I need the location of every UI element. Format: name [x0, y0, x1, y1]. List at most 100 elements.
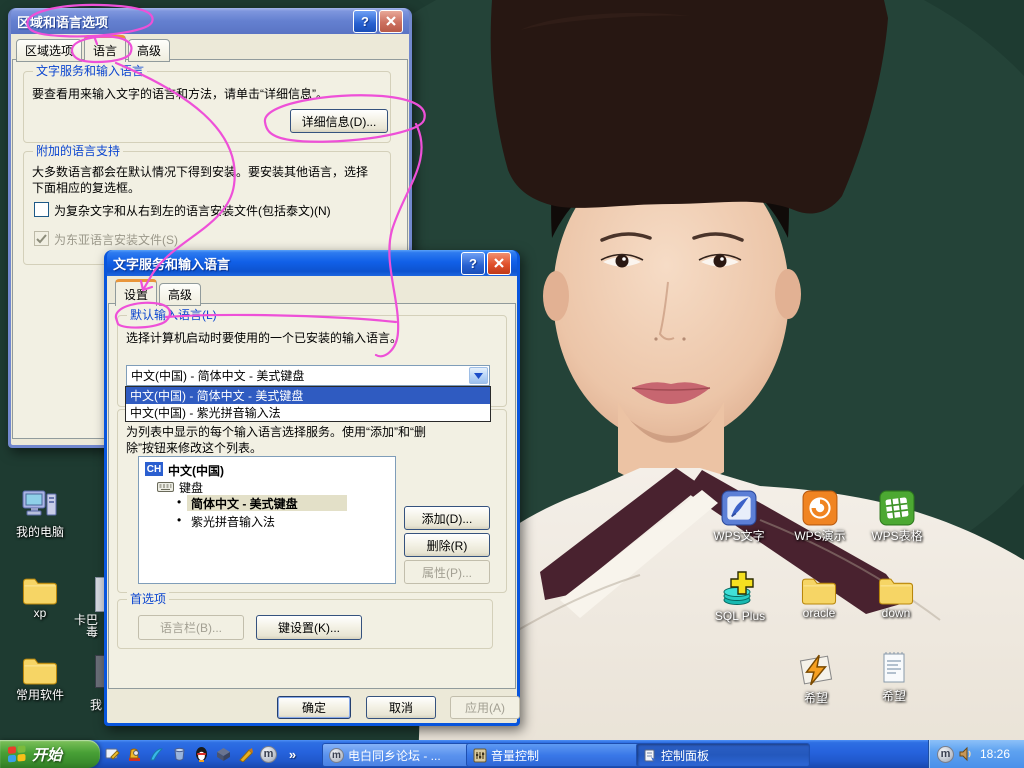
add-button[interactable]: 添加(D)...	[404, 506, 490, 530]
ok-button[interactable]: 确定	[277, 696, 351, 719]
default-language-combobox[interactable]: 中文(中国) - 简体中文 - 美式键盘	[126, 365, 490, 386]
checkbox-east-asian	[34, 231, 49, 246]
taskbar-button-forum[interactable]: m 电白同乡论坛 - ...	[322, 743, 472, 767]
key-settings-button[interactable]: 键设置(K)...	[256, 615, 362, 640]
group-title: 文字服务和输入语言	[33, 64, 147, 78]
desktop-icon-xp-folder[interactable]: xp	[2, 574, 78, 620]
language-bar-button: 语言栏(B)...	[138, 615, 244, 640]
icon-label: oracle	[803, 606, 836, 620]
folder-icon	[800, 574, 838, 605]
bullet: •	[177, 513, 181, 527]
desktop-icon-oracle-folder[interactable]: oracle	[781, 574, 857, 620]
help-button[interactable]: ?	[353, 10, 377, 33]
bullet: •	[177, 495, 181, 509]
group-supplemental-language: 附加的语言支持 大多数语言都会在默认情况下得到安装。要安装其他语言，选择 下面相…	[23, 151, 391, 265]
remove-button[interactable]: 删除(R)	[404, 533, 490, 557]
start-label: 开始	[32, 744, 62, 765]
control-panel-icon	[643, 748, 657, 763]
system-tray: m 18:26	[928, 740, 1024, 768]
group-title: 默认输入语言(L)	[127, 308, 220, 322]
tab-languages[interactable]: 语言	[84, 35, 126, 62]
tray-maxthon-icon[interactable]: m	[937, 746, 954, 763]
tray-clock[interactable]: 18:26	[980, 747, 1010, 761]
dropdown-option[interactable]: 中文(中国) - 紫光拼音输入法	[126, 404, 490, 421]
dialog1-titlebar[interactable]: 区域和语言选项 ?	[11, 8, 409, 34]
chevron-down-icon[interactable]	[469, 367, 488, 384]
desktop-icon-down-folder[interactable]: down	[858, 574, 934, 620]
desktop-icon-winamp[interactable]: 希望	[778, 652, 854, 706]
icon-label: 我的电脑	[16, 523, 64, 540]
icon-label: WPS表格	[871, 527, 922, 544]
task-label: 音量控制	[491, 747, 539, 764]
desktop-icon-wps-writer[interactable]: WPS文字	[701, 490, 777, 544]
quicklaunch-qq-icon[interactable]	[193, 745, 210, 763]
icon-label-partial: 我	[90, 696, 102, 713]
taskbar: 开始 m » m 电白同乡论坛	[0, 740, 1024, 768]
wps-presentation-icon	[802, 490, 838, 526]
text-services-desc: 要查看用来输入文字的语言和方法，请单击“详细信息”。	[32, 85, 328, 102]
supplemental-desc-2: 下面相应的复选框。	[32, 179, 140, 196]
quicklaunch-overflow-chevron[interactable]: »	[284, 745, 301, 763]
taskbar-button-volume-control[interactable]: 音量控制	[466, 743, 642, 767]
group-preferences: 首选项 语言栏(B)... 键设置(K)...	[117, 599, 493, 649]
supplemental-desc-1: 大多数语言都会在默认情况下得到安装。要安装其他语言，选择	[32, 163, 368, 180]
quicklaunch-flashget-icon[interactable]	[148, 745, 165, 763]
desktop-icon-sql-plus[interactable]: SQL Plus	[702, 570, 778, 623]
dropdown-option-selected[interactable]: 中文(中国) - 简体中文 - 美式键盘	[126, 387, 490, 404]
dialog2-titlebar[interactable]: 文字服务和输入语言 ?	[107, 250, 517, 276]
close-icon[interactable]	[487, 252, 511, 275]
icon-label: xp	[34, 606, 47, 620]
close-icon[interactable]	[379, 10, 403, 33]
service-item[interactable]: 紫光拼音输入法	[191, 513, 275, 530]
tray-volume-icon[interactable]	[958, 746, 974, 762]
keyboard-icon	[157, 481, 174, 493]
windows-logo-icon	[7, 745, 27, 764]
category-keyboard: 键盘	[179, 479, 203, 496]
quicklaunch-media-viewer-icon[interactable]	[126, 745, 143, 763]
dialog-text-services-input-languages: 文字服务和输入语言 ? 设置 高级 默认输入语言(L) 选择计算机启动时要使用的…	[104, 250, 520, 726]
services-desc-2: 除”按钮来修改这个列表。	[126, 439, 262, 456]
desktop-icon-wps-spreadsheet[interactable]: WPS表格	[859, 490, 935, 544]
taskbar-button-control-panel[interactable]: 控制面板	[636, 743, 810, 767]
details-button[interactable]: 详细信息(D)...	[290, 109, 388, 133]
checkbox-complex-label: 为复杂文字和从右到左的语言安装文件(包括泰文)(N)	[54, 202, 331, 219]
folder-icon	[21, 654, 59, 685]
wps-writer-icon	[721, 490, 757, 526]
services-desc-1: 为列表中显示的每个输入语言选择服务。使用“添加”和“删	[126, 423, 426, 440]
icon-label: 常用软件	[16, 686, 64, 703]
desktop-icon-common-software-folder[interactable]: 常用软件	[2, 654, 78, 703]
group-installed-services: 已安装的服务(I) 为列表中显示的每个输入语言选择服务。使用“添加”和“删 除”…	[117, 409, 507, 593]
my-computer-icon	[21, 488, 59, 522]
tab-advanced[interactable]: 高级	[128, 39, 170, 62]
quicklaunch-maxthon-icon[interactable]: m	[260, 745, 277, 763]
help-button[interactable]: ?	[461, 252, 485, 275]
task-label: 电白同乡论坛 - ...	[348, 747, 441, 764]
installed-services-listbox[interactable]: CH 中文(中国) 键盘 • 简体中文 - 美式键盘 • 紫光拼音输入法	[138, 456, 396, 584]
tab-regional-options[interactable]: 区域选项	[16, 39, 82, 62]
lightning-icon	[797, 652, 835, 688]
group-title: 首选项	[127, 592, 169, 606]
tab-settings[interactable]: 设置	[115, 279, 157, 306]
dialog1-title: 区域和语言选项	[17, 12, 108, 31]
tab-advanced[interactable]: 高级	[159, 283, 201, 306]
icon-label-partial: 毒	[86, 623, 98, 640]
desktop-icon-notepad-file[interactable]: 希望	[856, 650, 932, 704]
checkbox-east-asian-label: 为东亚语言安装文件(S)	[54, 231, 178, 248]
folder-icon	[877, 574, 915, 605]
language-dropdown-list: 中文(中国) - 简体中文 - 美式键盘 中文(中国) - 紫光拼音输入法	[125, 386, 491, 422]
service-item-selected[interactable]: 简体中文 - 美式键盘	[191, 495, 298, 512]
checkbox-complex-scripts[interactable]	[34, 202, 49, 217]
group-text-services: 文字服务和输入语言 要查看用来输入文字的语言和方法，请单击“详细信息”。 详细信…	[23, 71, 391, 143]
cancel-button[interactable]: 取消	[366, 696, 436, 719]
quicklaunch-cube-icon[interactable]	[215, 745, 232, 763]
folder-icon	[21, 574, 59, 605]
notepad-icon	[878, 650, 910, 686]
quicklaunch-brush-icon[interactable]	[238, 745, 255, 763]
start-button[interactable]: 开始	[0, 740, 100, 768]
task-label: 控制面板	[661, 747, 709, 764]
quicklaunch-app-blue-icon[interactable]	[171, 745, 188, 763]
desktop-icon-wps-presentation[interactable]: WPS演示	[782, 490, 858, 544]
desktop-icon-my-computer[interactable]: 我的电脑	[2, 488, 78, 540]
quicklaunch-show-desktop-icon[interactable]	[104, 745, 121, 763]
maxthon-icon: m	[329, 748, 344, 763]
